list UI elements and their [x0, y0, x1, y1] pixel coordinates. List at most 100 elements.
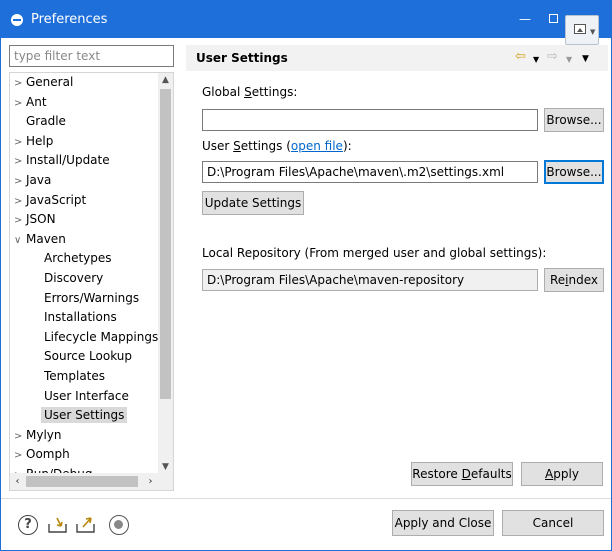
- tree-item-label: Maven: [26, 231, 66, 246]
- scroll-up-icon[interactable]: ▲: [158, 73, 173, 87]
- label-text: Restore: [412, 467, 462, 481]
- tree-item-install-update[interactable]: > Install/Update: [14, 151, 110, 169]
- expand-arrow-icon[interactable]: >: [14, 153, 26, 171]
- tree-item-label: User Settings: [41, 407, 128, 424]
- label-text: User: [202, 139, 234, 153]
- expand-arrow-icon[interactable]: >: [14, 75, 26, 93]
- tree-item-user-interface[interactable]: User Interface: [44, 387, 129, 405]
- tree-item-installations[interactable]: Installations: [44, 308, 117, 326]
- maximize-button[interactable]: [541, 9, 565, 29]
- tree-item-gradle[interactable]: Gradle: [14, 112, 66, 130]
- global-settings-label: Global Settings:: [202, 85, 297, 99]
- expand-arrow-icon[interactable]: >: [14, 428, 26, 446]
- expand-arrow-icon[interactable]: >: [14, 134, 26, 152]
- tree-item-oomph[interactable]: > Oomph: [14, 445, 70, 463]
- export-icon[interactable]: [75, 515, 95, 535]
- tree-item-maven[interactable]: ∨ Maven: [14, 230, 66, 248]
- view-menu-icon[interactable]: ▼: [582, 51, 589, 67]
- update-settings-button[interactable]: Update Settings: [202, 191, 304, 215]
- tree-item-source-lookup[interactable]: Source Lookup: [44, 347, 132, 365]
- local-repository-label: Local Repository (From merged user and g…: [202, 246, 547, 260]
- cancel-button[interactable]: Cancel: [502, 510, 604, 536]
- oomph-icon[interactable]: [109, 515, 129, 535]
- import-icon[interactable]: [47, 515, 67, 535]
- local-repository-field[interactable]: [202, 269, 538, 291]
- label-text: ettings (: [240, 139, 291, 153]
- arrow-right-icon[interactable]: ⇨: [547, 49, 558, 65]
- chevron-down-icon: ▼: [590, 28, 596, 36]
- tree-item-label: Discovery: [44, 271, 104, 285]
- title-bar: Preferences — ✕ ▼: [1, 1, 611, 45]
- expand-arrow-icon[interactable]: >: [14, 95, 26, 113]
- tree-horizontal-scrollbar[interactable]: ‹ ›: [10, 473, 173, 490]
- tree-item-label: Mylyn: [26, 427, 62, 442]
- mnemonic: S: [233, 139, 241, 153]
- tree-item-label: Source Lookup: [44, 349, 132, 364]
- mnemonic: S: [244, 85, 252, 99]
- tree-item-general[interactable]: > General: [14, 73, 73, 91]
- apply-button[interactable]: Apply: [521, 462, 603, 486]
- tree-item-archetypes[interactable]: Archetypes: [44, 249, 112, 267]
- arrow-left-icon[interactable]: ⇦: [515, 49, 526, 65]
- user-settings-label: User Settings (open file):: [202, 139, 352, 153]
- chevron-down-icon[interactable]: ▼: [566, 52, 572, 68]
- user-browse-button[interactable]: Browse...: [544, 160, 604, 184]
- label-text: efaults: [470, 467, 512, 481]
- open-file-link[interactable]: open file: [291, 139, 343, 153]
- apply-and-close-button[interactable]: Apply and Close: [392, 510, 494, 536]
- tree-item-label: JavaScript: [26, 192, 87, 207]
- tree-item-templates[interactable]: Templates: [44, 367, 105, 385]
- expand-arrow-icon[interactable]: >: [14, 212, 26, 230]
- collapse-arrow-icon[interactable]: ∨: [14, 232, 26, 250]
- tree-item-label: General: [26, 75, 74, 89]
- screenshot-tool-button[interactable]: ▼: [565, 15, 599, 45]
- tree-item-json[interactable]: > JSON: [14, 210, 56, 228]
- preferences-window: Preferences — ✕ ▼ >General >Ant Gradle >…: [0, 0, 612, 551]
- preference-tree: > General > Ant Gradle > Help > Install/Upda…: [9, 72, 174, 491]
- label-text: ):: [342, 139, 352, 153]
- scroll-thumb[interactable]: [26, 476, 138, 487]
- minimize-button[interactable]: —: [513, 9, 537, 29]
- global-browse-button[interactable]: Browse...: [544, 108, 604, 132]
- tree-item-label: Help: [26, 133, 54, 148]
- scroll-right-icon[interactable]: ›: [143, 473, 158, 490]
- tree-item-java[interactable]: > Java: [14, 171, 51, 189]
- label-text: pply: [553, 467, 579, 481]
- tree-item-label: User Interface: [44, 388, 129, 403]
- label-text: Global: [202, 85, 245, 99]
- tree-item-lifecycle-mappings[interactable]: Lifecycle Mappings: [44, 328, 158, 346]
- label-text: Re: [549, 273, 566, 287]
- reindex-button[interactable]: Reindex: [544, 268, 604, 292]
- expand-arrow-icon[interactable]: >: [14, 447, 26, 465]
- tree-item-label: Install/Update: [26, 153, 110, 168]
- label-text: ettings:: [251, 85, 298, 99]
- tree-item-ant[interactable]: > Ant: [14, 93, 47, 111]
- scroll-thumb[interactable]: [160, 89, 171, 399]
- tree-item-javascript[interactable]: > JavaScript: [14, 191, 86, 209]
- user-settings-input[interactable]: [202, 161, 538, 183]
- tree-item-help[interactable]: > Help: [14, 132, 53, 150]
- mnemonic: D: [461, 467, 471, 481]
- scroll-down-icon[interactable]: ▼: [158, 460, 173, 474]
- global-settings-input[interactable]: [202, 109, 538, 131]
- tree-item-errors-warnings[interactable]: Errors/Warnings: [44, 289, 139, 307]
- preference-nav: >General >Ant Gradle >Help >Install/Upda…: [9, 45, 174, 491]
- tree-item-label: Templates: [44, 369, 106, 383]
- maximize-icon: [548, 14, 558, 23]
- tree-vertical-scrollbar[interactable]: ▲ ▼: [158, 73, 173, 474]
- footer-divider: [1, 498, 611, 499]
- scroll-left-icon[interactable]: ‹: [10, 473, 25, 490]
- tree-item-label: Archetypes: [44, 251, 112, 266]
- expand-arrow-icon[interactable]: >: [14, 173, 26, 191]
- tree-item-label: Errors/Warnings: [44, 290, 140, 305]
- tree-item-discovery[interactable]: Discovery: [44, 269, 103, 287]
- restore-defaults-button[interactable]: Restore Defaults: [411, 462, 513, 486]
- chevron-down-icon[interactable]: ▼: [533, 52, 539, 68]
- help-icon[interactable]: ?: [18, 515, 38, 535]
- tree-item-mylyn[interactable]: > Mylyn: [14, 426, 62, 444]
- filter-input[interactable]: [9, 45, 174, 67]
- expand-arrow-icon[interactable]: >: [14, 193, 26, 211]
- tree-item-user-settings[interactable]: User Settings: [41, 406, 128, 424]
- tree-item-label: Java: [26, 173, 52, 187]
- label-text: ndex: [568, 273, 599, 287]
